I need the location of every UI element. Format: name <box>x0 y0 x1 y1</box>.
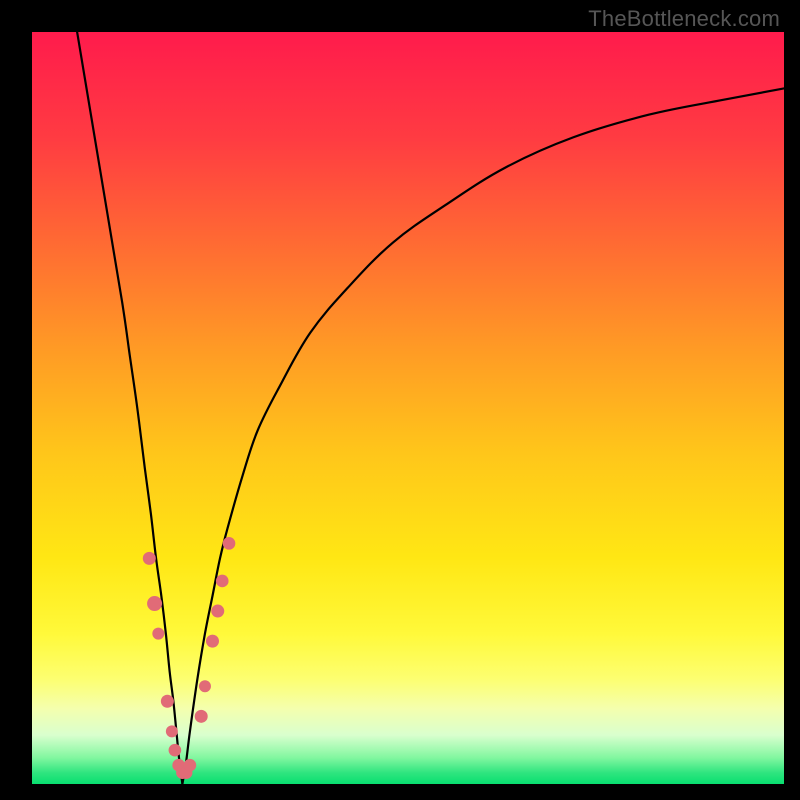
marker-point <box>166 725 178 737</box>
marker-point <box>143 552 156 565</box>
marker-point <box>184 759 197 772</box>
marker-point <box>195 710 208 723</box>
frame: TheBottleneck.com <box>0 0 800 800</box>
right-branch-curve <box>182 88 784 784</box>
marker-point <box>169 744 182 757</box>
marker-point <box>152 628 164 640</box>
curve-layer <box>32 32 784 784</box>
marker-point <box>211 605 224 618</box>
left-branch-curve <box>77 32 182 784</box>
plot-area <box>32 32 784 784</box>
marker-point <box>223 537 236 550</box>
marker-point <box>199 680 211 692</box>
marker-point <box>147 596 162 611</box>
marker-point <box>161 695 174 708</box>
marker-point <box>206 635 219 648</box>
marker-point <box>216 575 229 588</box>
watermark-text: TheBottleneck.com <box>588 6 780 32</box>
